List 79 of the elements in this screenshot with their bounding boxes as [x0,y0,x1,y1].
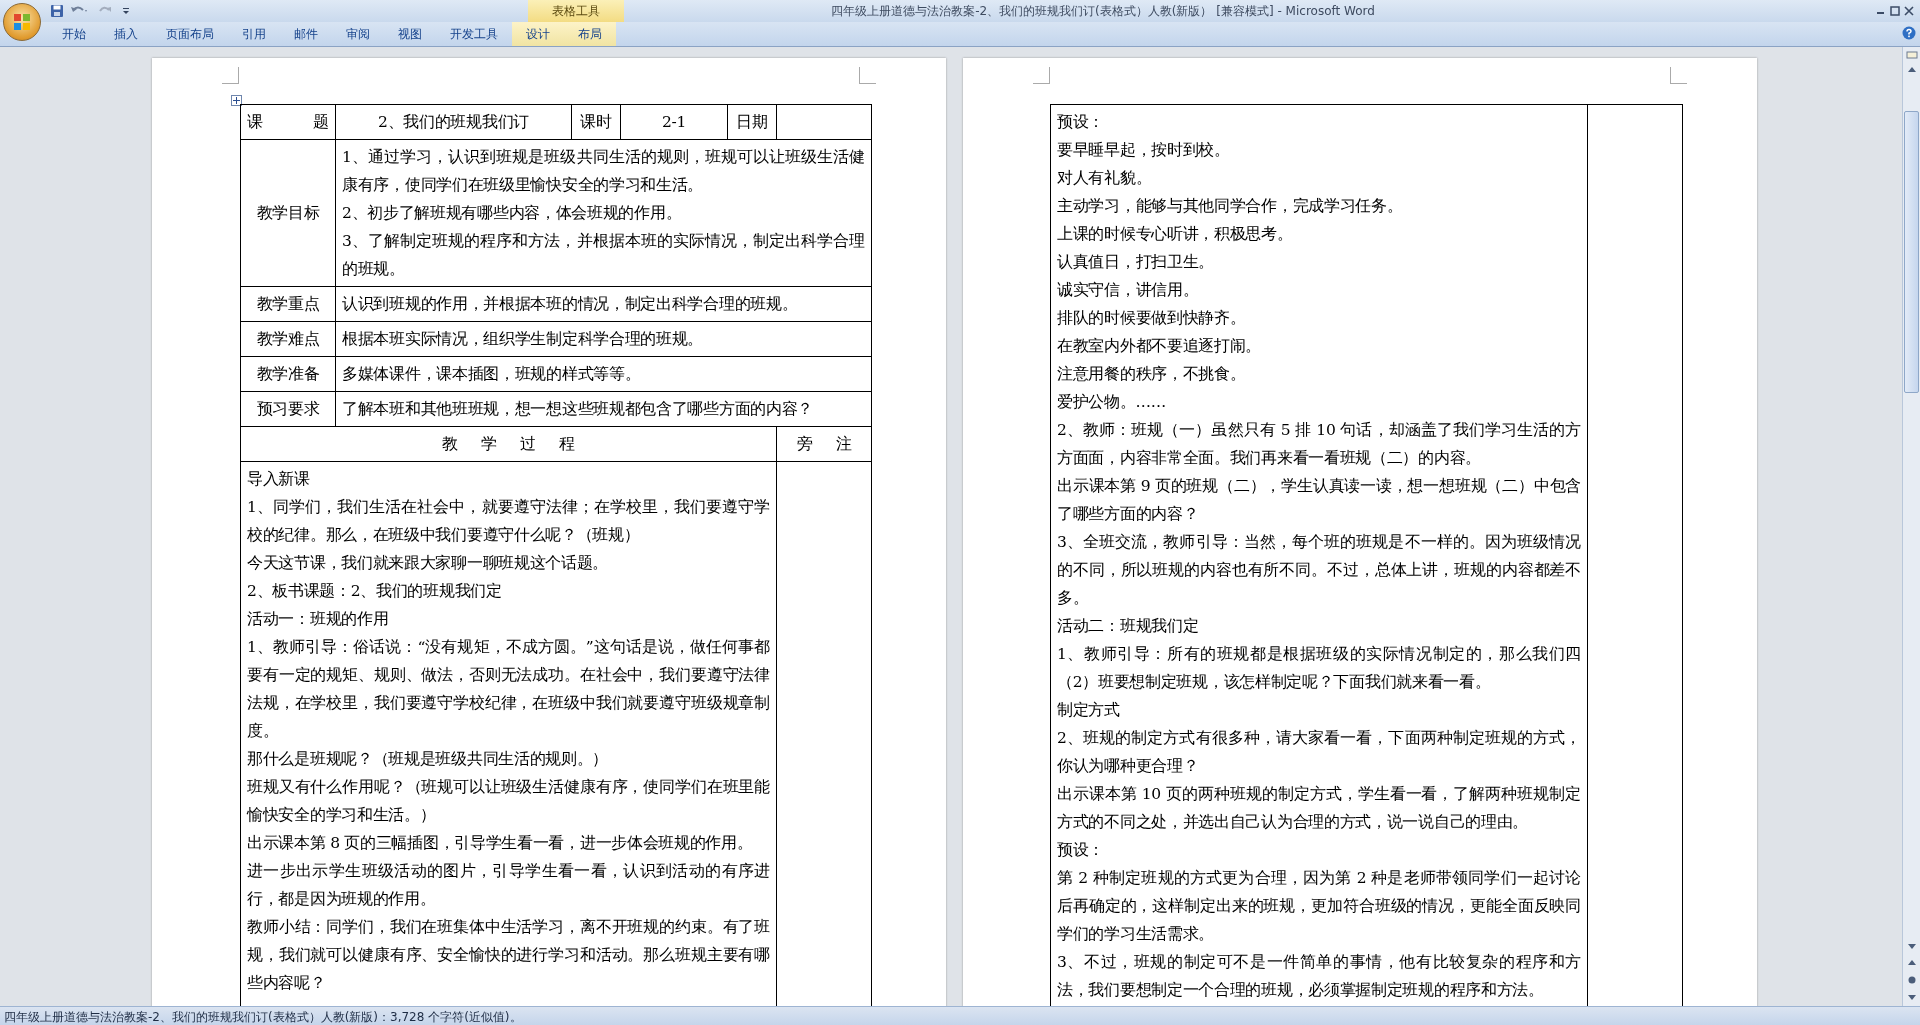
table-cell: 教学准备 [240,356,336,392]
crop-mark [1670,67,1687,84]
paragraph: 认真值日，打扫卫生。 [1057,252,1215,273]
paragraph: 要早睡早起，按时到校。 [1057,140,1231,161]
paragraph: 3、不过，班规的制定可不是一件简单的事情，他有比较复杂的程序和方法，我们要想制定一个合理的班规，必须掌握制定班规的程序和方法。 [1057,952,1581,1001]
paragraph: 对人有礼貌。 [1057,168,1153,189]
table-cell: 教学重点 [240,286,336,322]
ribbon-tab[interactable]: 设计 [512,22,564,46]
close-icon[interactable] [1904,6,1914,16]
ribbon-tab[interactable]: 开始 [48,22,100,46]
paragraph: 出示课本第 10 页的两种班规的制定方式，学生看一看，了解两种班规制定方式的不同之处，并选出自己认为合理的方式，说一说自己的理由。 [1057,784,1581,833]
window-title: 四年级上册道德与法治教案-2、我们的班规我们订(表格式）人教(新版） [兼容模式] - Microsoft Word [831,2,1375,20]
paragraph: 活动一：班规的作用 [247,609,390,630]
table-cell: 旁 注 [776,426,872,462]
paragraph: 多媒体课件，课本插图，班规的样式等等。 [342,364,642,385]
ribbon-tab[interactable]: 审阅 [332,22,384,46]
paragraph: 1、教师引导：所有的班规都是根据班级的实际情况制定的，那么我们四（2）班要想制定班规，该怎样制定呢？下面我们就来看一看。 [1057,644,1581,693]
table-cell: 课时 [571,104,621,140]
office-button[interactable] [3,3,41,41]
paragraph: 3、全班交流，教师引导：当然，每个班的班规是不一样的。因为班级情况的不同，所以班规的内容也有所不同。不过，总体上讲，班规的内容都差不多。 [1057,532,1581,609]
table-cell: 2-1 [620,104,728,140]
maximize-icon[interactable] [1890,6,1900,16]
paragraph: 1、教师引导：俗话说：“没有规矩，不成方圆。”这句话是说，做任何事都要有一定的规矩、规则、做法，否则无法成功。在社会中，我们要遵守法律法规，在学校里，我们要遵守学校纪律，在班级中我们就要遵守班级规章制度。 [247,637,770,742]
ribbon-tab[interactable]: 开发工具 [436,22,512,46]
paragraph: 1、同学们，我们生活在社会中，就要遵守法律；在学校里，我们要遵守学校的纪律。那么，在班级中我们要遵守什么呢？（班规） [247,497,770,546]
paragraph: 1、通过学习，认识到班规是班级共同生活的规则，班规可以让班级生活健康有序，使同学们在班级里愉快安全的学习和生活。 [342,147,865,196]
ribbon-tab[interactable]: 邮件 [280,22,332,46]
paragraph: 了解本班和其他班班规，想一想这些班规都包含了哪些方面的内容？ [342,399,814,420]
paragraph: 预设： [1057,840,1106,861]
contextual-tab-group-label: 表格工具 [528,0,624,22]
office-logo-icon [12,12,32,32]
paragraph: 诚实守信，讲信用。 [1057,280,1200,301]
paragraph: 进一步出示学生班级活动的图片，引导学生看一看，认识到活动的有序进行，都是因为班规的作用。 [247,861,770,910]
help-icon[interactable] [1902,26,1916,40]
paragraph: 认识到班规的作用，并根据本班的情况，制定出科学合理的班规。 [342,294,799,315]
paragraph: 2、初步了解班规有哪些内容，体会班规的作用。 [342,203,683,224]
save-icon[interactable] [50,4,64,18]
table-cell: 2、我们的班规我们订 [335,104,572,140]
paragraph: 在教室内外都不要追逐打闹。 [1057,336,1263,357]
paragraph: 注意用餐的秩序，不挑食。 [1057,364,1247,385]
paragraph: 活动二：班规我们定 [1057,616,1200,637]
paragraph: 2、教师：班规（一）虽然只有 5 排 10 句话，却涵盖了我们学习生活的方方面面，内容非常全面。我们再来看一看班规（二）的内容。 [1057,420,1581,469]
table-cell: 教 学 过 程 [240,426,777,462]
paragraph: 2、班规的制定方式有很多种，请大家看一看，下面两种制定班规的方式，你认为哪种更合理？ [1057,728,1581,777]
crop-mark [222,67,239,84]
ribbon-tab[interactable]: 页面布局 [152,22,228,46]
table-cell: 课 题 [240,104,336,140]
paragraph: 班规又有什么作用呢？（班规可以让班级生活健康有序，使同学们在班里能愉快安全的学习和生活。） [247,777,770,826]
paragraph: 上课的时候专心听讲，积极思考。 [1057,224,1294,245]
paragraph: 教师小结：同学们，我们在班集体中生活学习，离不开班规的约束。有了班规，我们就可以健康有序、安全愉快的进行学习和活动。那么班规主要有哪些内容呢？ [247,917,770,994]
paragraph: 那什么是班规呢？（班规是班级共同生活的规则。） [247,749,610,770]
vertical-scrollbar[interactable] [1902,47,1920,1006]
table-cell: 预习要求 [240,391,336,427]
table-cell: 教学难点 [240,321,336,357]
paragraph: 今天这节课，我们就来跟大家聊一聊班规这个话题。 [247,553,610,574]
table-move-handle-icon[interactable] [231,95,242,106]
table-cell: 日期 [727,104,777,140]
crop-mark [1033,67,1050,84]
paragraph: 3、了解制定班规的程序和方法，并根据本班的实际情况，制定出科学合理的班规。 [342,231,865,280]
paragraph: 第 2 种制定班规的方式更为合理，因为第 2 种是老师带领同学们一起讨论后再确定的，这样制定出来的班规，更加符合班级的情况，更能全面反映同学们的学习生活需求。 [1057,868,1581,945]
paragraph: 导入新课 [247,469,311,490]
ribbon-tab[interactable]: 插入 [100,22,152,46]
paragraph: 主动学习，能够与其他同学合作，完成学习任务。 [1057,196,1404,217]
status-text: 四年级上册道德与法治教案-2、我们的班规我们订(表格式）人教(新版)：3,728 个字符(近似值)。 [4,1008,522,1025]
customize-caret-icon[interactable] [122,6,130,16]
paragraph: 排队的时候要做到快静齐。 [1057,308,1247,329]
ribbon-tab[interactable]: 视图 [384,22,436,46]
table-cell: 教学目标 [240,139,336,287]
crop-mark [859,67,876,84]
scroll-thumb[interactable] [1904,111,1919,393]
paragraph: 预设： [1057,112,1106,133]
ribbon-tab[interactable]: 引用 [228,22,280,46]
paragraph: 制定方式 [1057,700,1121,721]
ribbon-tab[interactable]: 布局 [564,22,616,46]
paragraph: 根据本班实际情况，组织学生制定科学合理的班规。 [342,329,705,350]
paragraph: 2、板书课题：2、我们的班规我们定 [247,581,503,602]
paragraph: 出示课本第 9 页的班规（二），学生认真读一读，想一想班规（二）中包含了哪些方面的内容？ [1057,476,1581,525]
paragraph: 出示课本第 8 页的三幅插图，引导学生看一看，进一步体会班规的作用。 [247,833,754,854]
paragraph: 爱护公物。…… [1057,392,1167,413]
